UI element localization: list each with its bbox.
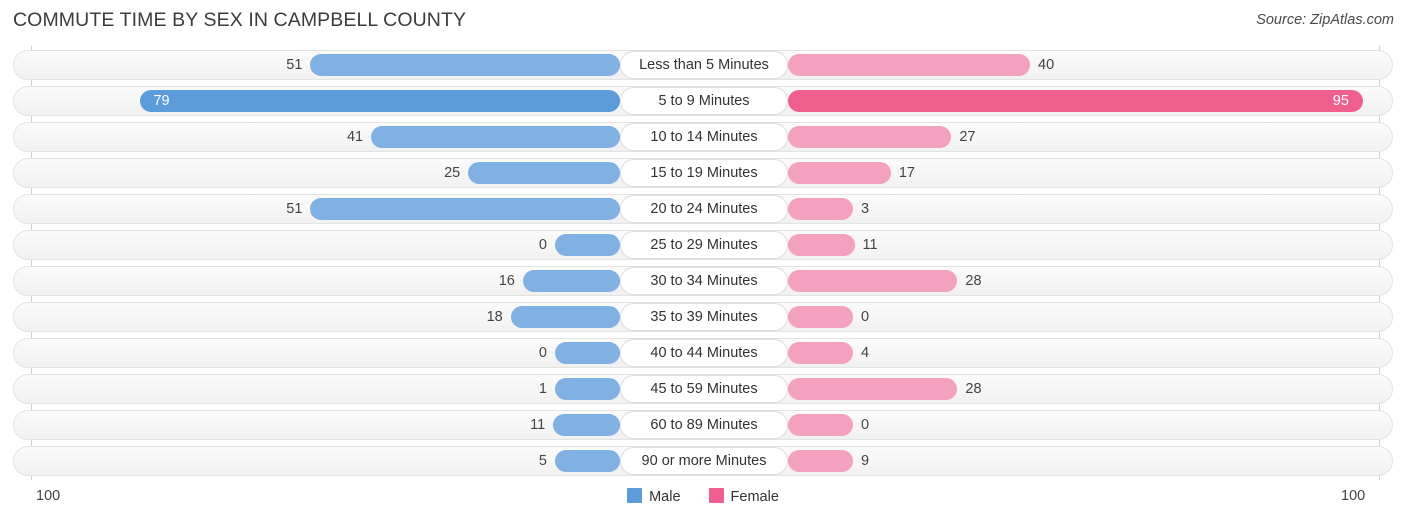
bar-female <box>788 90 1363 112</box>
bar-female <box>788 126 952 148</box>
bar-value-female: 4 <box>861 345 870 361</box>
bar-female <box>788 306 853 328</box>
bar-value-male: 1 <box>538 381 547 397</box>
bar-female <box>788 54 1030 76</box>
bar-value-female: 11 <box>862 237 878 253</box>
bar-value-female: 0 <box>861 417 870 433</box>
bar-female <box>788 234 855 256</box>
bar-male <box>510 306 620 328</box>
legend-item[interactable]: Male <box>627 488 681 505</box>
category-label: 90 or more Minutes <box>620 447 788 475</box>
bar-male <box>555 234 620 256</box>
legend-swatch-icon <box>627 488 643 503</box>
bar-value-female: 17 <box>898 165 915 181</box>
bar-value-male: 51 <box>286 57 303 73</box>
bar-male <box>555 450 620 472</box>
chart-row: 16 28 30 to 34 Minutes <box>13 266 1393 296</box>
chart-row: 0 11 25 to 29 Minutes <box>13 230 1393 260</box>
bar-value-female: 28 <box>965 381 982 397</box>
category-label: 40 to 44 Minutes <box>620 339 788 367</box>
bar-value-male: 0 <box>538 345 547 361</box>
legend-swatch-icon <box>708 488 724 503</box>
bar-male <box>555 342 620 364</box>
bar-male <box>371 126 620 148</box>
bar-female <box>788 450 853 472</box>
category-label: 35 to 39 Minutes <box>620 303 788 331</box>
category-label: 45 to 59 Minutes <box>620 375 788 403</box>
category-label: 30 to 34 Minutes <box>620 267 788 295</box>
bar-value-male: 16 <box>498 273 515 289</box>
chart-row: 0 4 40 to 44 Minutes <box>13 338 1393 368</box>
bar-value-female: 40 <box>1038 57 1055 73</box>
chart-plot-area: 51 40 Less than 5 Minutes 79 95 5 to 9 Minute… <box>0 46 1406 482</box>
chart-row: 5 9 90 or more Minutes <box>13 446 1393 476</box>
chart-row: 41 27 10 to 14 Minutes <box>13 122 1393 152</box>
bar-female <box>788 162 891 184</box>
bar-value-male: 41 <box>346 129 364 145</box>
chart-footer: 100 100 Male Female <box>0 484 1406 522</box>
page-title: COMMUTE TIME BY SEX IN CAMPBELL COUNTY <box>13 9 467 31</box>
category-label: Less than 5 Minutes <box>620 51 788 79</box>
bar-female <box>788 414 853 436</box>
bar-female <box>788 198 853 220</box>
chart-row: 25 17 15 to 19 Minutes <box>13 158 1393 188</box>
chart-header: COMMUTE TIME BY SEX IN CAMPBELL COUNTY S… <box>0 0 1406 44</box>
bar-male <box>555 378 620 400</box>
bar-value-male: 11 <box>530 417 546 433</box>
bar-female <box>788 378 958 400</box>
category-label: 5 to 9 Minutes <box>620 87 788 115</box>
bar-male <box>522 270 620 292</box>
bar-value-female: 28 <box>965 273 982 289</box>
legend-label: Male <box>649 489 681 505</box>
bar-female <box>788 270 958 292</box>
chart-row: 51 40 Less than 5 Minutes <box>13 50 1393 80</box>
category-label: 10 to 14 Minutes <box>620 123 788 151</box>
category-label: 20 to 24 Minutes <box>620 195 788 223</box>
category-label: 25 to 29 Minutes <box>620 231 788 259</box>
bar-value-female: 0 <box>861 309 870 325</box>
chart-row: 79 95 5 to 9 Minutes <box>13 86 1393 116</box>
bar-value-female: 9 <box>861 453 870 469</box>
bar-value-female: 3 <box>861 201 870 217</box>
legend-item[interactable]: Female <box>708 488 779 505</box>
bar-value-female: 95 <box>1332 93 1349 109</box>
bar-male <box>140 90 620 112</box>
chart-row: 11 0 60 to 89 Minutes <box>13 410 1393 440</box>
bar-value-male: 79 <box>153 93 170 109</box>
bar-male <box>553 414 620 436</box>
bar-value-male: 18 <box>486 309 503 325</box>
bar-male <box>310 54 620 76</box>
category-label: 15 to 19 Minutes <box>620 159 788 187</box>
bar-value-male: 51 <box>286 201 303 217</box>
bar-female <box>788 342 853 364</box>
bar-value-female: 27 <box>959 129 976 145</box>
legend-label: Female <box>730 489 779 505</box>
bar-male <box>468 162 620 184</box>
chart-row: 51 3 20 to 24 Minutes <box>13 194 1393 224</box>
chart-row: 18 0 35 to 39 Minutes <box>13 302 1393 332</box>
bar-male <box>310 198 620 220</box>
chart-row: 1 28 45 to 59 Minutes <box>13 374 1393 404</box>
chart-legend: Male Female <box>0 488 1406 505</box>
bar-value-male: 0 <box>538 237 547 253</box>
bar-value-male: 5 <box>538 453 547 469</box>
category-label: 60 to 89 Minutes <box>620 411 788 439</box>
source-attribution: Source: ZipAtlas.com <box>1256 12 1394 28</box>
bar-value-male: 25 <box>444 165 461 181</box>
